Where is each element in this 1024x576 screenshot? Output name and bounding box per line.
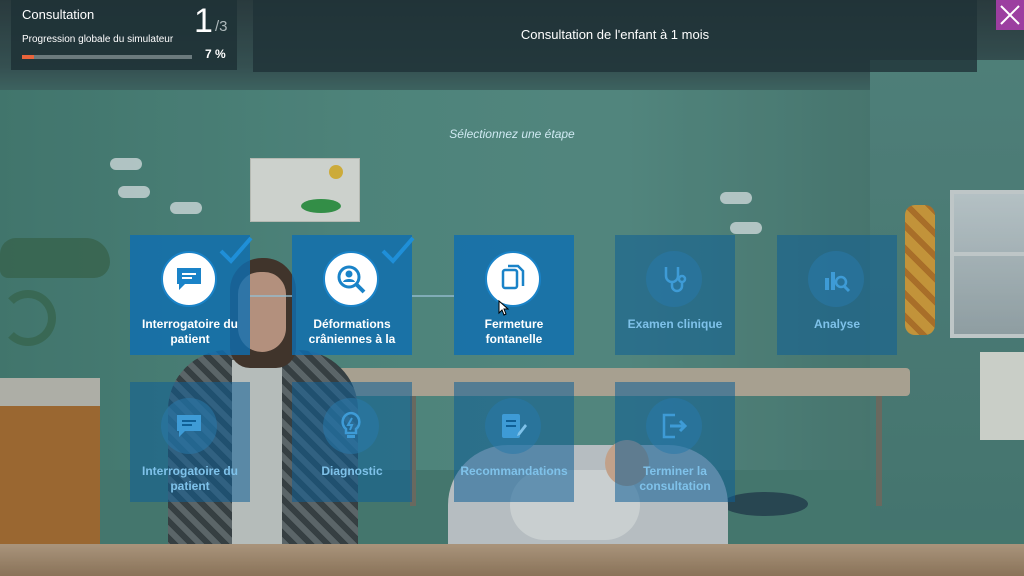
step-connector — [250, 295, 292, 297]
step-tile-recommandations[interactable]: Recommandations — [454, 382, 574, 502]
magnify-person-icon — [323, 251, 379, 307]
step-label: Fermeture fontanelle — [484, 317, 544, 346]
step-tile-interrogatoire-2[interactable]: Interrogatoire du patient — [130, 382, 250, 502]
step-tile-interrogatoire[interactable]: Interrogatoire du patient — [130, 235, 253, 355]
page-title: Consultation de l'enfant à 1 mois — [520, 27, 710, 42]
mouse-cursor-icon — [498, 300, 510, 316]
progress-percent: 7 % — [205, 47, 226, 61]
step-tile-examen-clinique[interactable]: Examen clinique — [615, 235, 735, 355]
progress-bar-fill — [22, 55, 34, 59]
step-tile-analyse[interactable]: Analyse — [777, 235, 897, 355]
step-label: Terminer la consultation — [639, 464, 711, 493]
progress-step-current: 1 — [194, 2, 213, 40]
step-label: Interrogatoire du patient — [141, 317, 238, 346]
progress-title: Consultation — [22, 7, 95, 22]
step-label: Analyse — [813, 317, 861, 331]
progress-bar — [22, 55, 192, 59]
chat-bubble-icon — [161, 398, 217, 454]
close-icon — [1000, 5, 1020, 25]
step-tile-terminer-consultation[interactable]: Terminer la consultation — [615, 382, 735, 502]
step-label: Examen clinique — [627, 317, 723, 331]
step-tile-diagnostic[interactable]: Diagnostic — [292, 382, 412, 502]
document-edit-icon — [485, 398, 541, 454]
checkmark-icon — [381, 236, 415, 264]
close-button[interactable] — [996, 0, 1024, 30]
step-tile-deformations[interactable]: Déformations crâniennes à la — [292, 235, 415, 355]
progress-panel: Consultation 1 /3 Progression globale du… — [11, 0, 237, 70]
chat-bubble-icon — [161, 251, 217, 307]
exit-icon — [646, 398, 702, 454]
step-label: Diagnostic — [321, 464, 383, 478]
stethoscope-icon — [646, 251, 702, 307]
documents-icon — [485, 251, 541, 307]
step-label: Recommandations — [460, 464, 568, 478]
step-label: Interrogatoire du patient — [141, 464, 238, 493]
step-connector — [412, 295, 454, 297]
progress-label: Progression globale du simulateur — [22, 34, 174, 45]
step-label: Déformations crâniennes à la — [308, 317, 396, 346]
progress-step-total: /3 — [215, 18, 228, 35]
step-tile-fermeture-fontanelle[interactable]: Fermeture fontanelle — [454, 235, 574, 355]
chart-search-icon — [808, 251, 864, 307]
select-step-prompt: Sélectionnez une étape — [449, 127, 575, 141]
lightbulb-icon — [323, 398, 379, 454]
header-bar: Consultation de l'enfant à 1 mois — [253, 0, 977, 72]
checkmark-icon — [219, 236, 253, 264]
